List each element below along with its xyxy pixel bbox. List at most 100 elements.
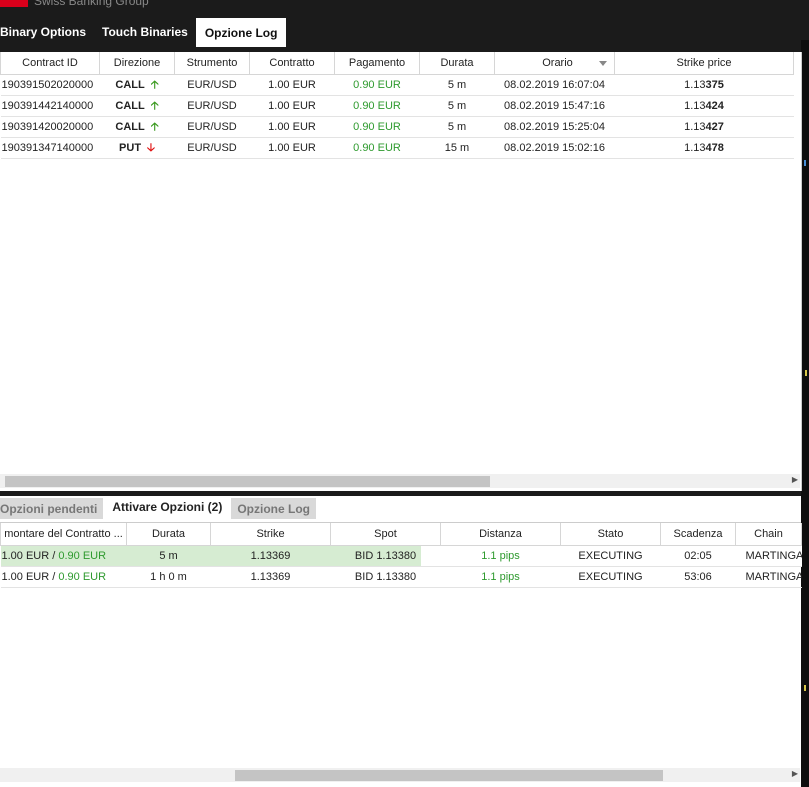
table-row[interactable]: 1.00 EUR / 0.90 EUR 1 h 0 m 1.13369 BID … [0,566,802,588]
contract-amount: 1.00 EUR [249,137,335,159]
arrow-up-icon: 🡡 [150,99,159,112]
strike-prefix: 1.13 [684,142,706,154]
col-contract-id[interactable]: Contract ID [0,52,100,75]
scroll-right-icon[interactable]: ▶ [792,475,798,484]
amount: 1.00 EUR [1,550,50,562]
log-table: Contract ID Direzione Strumento Contratt… [0,52,794,159]
arrow-up-icon: 🡡 [150,78,159,91]
duration: 5 m [419,116,495,138]
col-spot[interactable]: Spot [330,523,441,546]
contract-amount: 1.00 EUR [249,116,335,138]
chart-mark [804,160,806,166]
amount-cell: 1.00 EUR / 0.90 EUR [0,545,127,567]
strike-pips: 427 [705,121,724,133]
col-strike-price[interactable]: Strike price [614,52,794,75]
separator: / [49,571,59,583]
payout: 0.90 EUR [58,550,107,562]
distance: 1.1 pips [440,545,561,567]
payment: 0.90 EUR [334,95,420,117]
brand-text: Swiss Banking Group [34,0,149,8]
strike-pips: 424 [705,100,724,112]
contract-id: 190391347140000 [0,137,100,159]
col-contratto[interactable]: Contratto [249,52,335,75]
strike-price: 1.13375 [614,74,794,96]
strike-price: 1.13478 [614,137,794,159]
duration: 5 m [126,545,211,567]
tab-binary-options[interactable]: Binary Options [0,17,94,52]
col-orario[interactable]: Orario [494,52,615,75]
direction-label: CALL [115,78,145,91]
col-scadenza[interactable]: Scadenza [660,523,736,546]
strike-prefix: 1.13 [684,100,706,112]
amount: 1.00 EUR [1,571,50,583]
payment: 0.90 EUR [334,74,420,96]
spot-value: BID 1.13380 [354,550,417,562]
instrument: EUR/USD [174,74,250,96]
contract-id: 190391502020000 [0,74,100,96]
table-row[interactable]: 190391502020000 CALL 🡡 EUR/USD 1.00 EUR 0… [0,74,794,96]
arrow-up-icon: 🡡 [150,120,159,133]
col-chain[interactable]: Chain [735,523,802,546]
duration: 15 m [419,137,495,159]
time: 08.02.2019 15:47:16 [494,95,615,117]
strike-pips: 375 [705,79,724,91]
active-horizontal-scrollbar[interactable]: ▶ [0,768,800,782]
direction-cell: CALL 🡡 [99,74,175,96]
tab-opzione-log-bottom[interactable]: Opzione Log [231,498,316,519]
tab-opzione-log[interactable]: Opzione Log [195,18,287,47]
chart-mark [804,685,806,691]
col-stato[interactable]: Stato [560,523,661,546]
col-distanza[interactable]: Distanza [440,523,561,546]
direction-label: CALL [115,120,145,133]
direction-cell: PUT 🡣 [99,137,175,159]
strike-prefix: 1.13 [684,121,706,133]
col-strike[interactable]: Strike [210,523,331,546]
scrollbar-thumb[interactable] [5,476,490,487]
state: EXECUTING [560,566,661,588]
duration: 5 m [419,95,495,117]
col-orario-label: Orario [542,57,573,69]
time: 08.02.2019 15:02:16 [494,137,615,159]
log-header-row: Contract ID Direzione Strumento Contratt… [0,52,794,75]
sub-tabs: Opzioni pendenti Attivare Opzioni (2) Op… [0,496,319,522]
state: EXECUTING [560,545,661,567]
col-contract-amount[interactable]: montare del Contratto ... [0,523,127,546]
payment: 0.90 EUR [334,137,420,159]
col-strumento[interactable]: Strumento [174,52,250,75]
table-row[interactable]: 190391420020000 CALL 🡡 EUR/USD 1.00 EUR 0… [0,116,794,138]
instrument: EUR/USD [174,95,250,117]
spot: BID 1.13380 [330,545,441,567]
chart-mark [805,370,807,376]
direction-label: PUT [119,141,142,154]
time: 08.02.2019 16:07:04 [494,74,615,96]
direction-label: CALL [115,99,145,112]
expiry: 53:06 [660,566,736,588]
table-row[interactable]: 190391347140000 PUT 🡣 EUR/USD 1.00 EUR 0.… [0,137,794,159]
tab-opzioni-pendenti[interactable]: Opzioni pendenti [0,498,104,519]
chain: MARTINGA [735,566,802,588]
contract-amount: 1.00 EUR [249,95,335,117]
col-durata[interactable]: Durata [419,52,495,75]
separator: / [49,550,59,562]
strike-price: 1.13427 [614,116,794,138]
log-horizontal-scrollbar[interactable]: ▶ [0,474,800,488]
distance: 1.1 pips [440,566,561,588]
col-pagamento[interactable]: Pagamento [334,52,420,75]
direction-cell: CALL 🡡 [99,95,175,117]
tab-touch-binaries[interactable]: Touch Binaries [94,17,196,52]
brand-logo [0,0,28,7]
app-header: Swiss Banking Group Binary Options Touch… [0,0,809,52]
scroll-right-icon[interactable]: ▶ [792,769,798,778]
strike: 1.13369 [210,545,331,567]
instrument: EUR/USD [174,116,250,138]
table-row[interactable]: 1.00 EUR / 0.90 EUR 5 m 1.13369 BID 1.13… [0,545,802,567]
col-direzione[interactable]: Direzione [99,52,175,75]
duration: 1 h 0 m [126,566,211,588]
col-durata[interactable]: Durata [126,523,211,546]
tab-attivare-opzioni[interactable]: Attivare Opzioni (2) [106,496,229,520]
scrollbar-thumb[interactable] [235,770,663,781]
direction-cell: CALL 🡡 [99,116,175,138]
table-row[interactable]: 190391442140000 CALL 🡡 EUR/USD 1.00 EUR 0… [0,95,794,117]
chart-edge [801,40,809,787]
strike-prefix: 1.13 [684,79,706,91]
